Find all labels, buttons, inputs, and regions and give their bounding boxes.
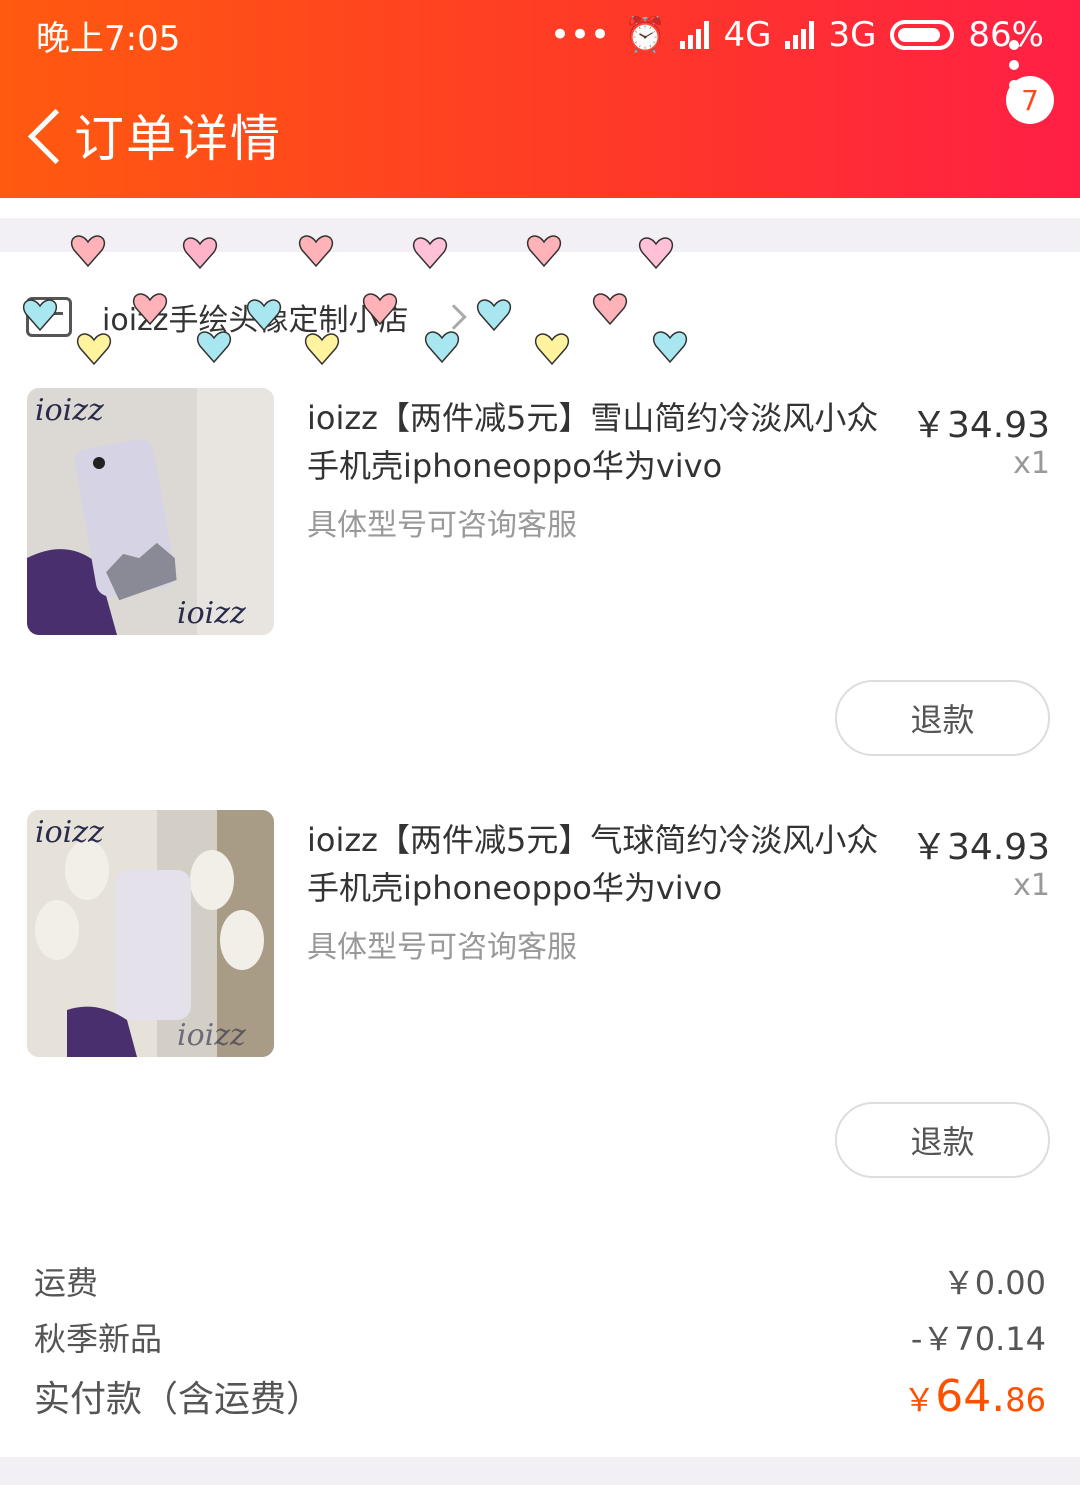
product-spec: 具体型号可咨询客服: [307, 930, 577, 965]
status-bar: 晚上7:05 ••• ⏰ 4G 3G 86%: [0, 0, 1080, 70]
svg-text:ioizz: ioizz: [177, 596, 246, 631]
back-icon[interactable]: [14, 95, 74, 175]
alarm-icon: ⏰: [624, 15, 667, 55]
refund-button[interactable]: 退款: [835, 1102, 1050, 1178]
network-3g-label: 3G: [828, 15, 877, 55]
order-card: ioizz手绘头像定制小店 ioizz ioizz ioizz【两件减5元】雪山…: [0, 252, 1080, 1457]
shop-row[interactable]: ioizz手绘头像定制小店: [26, 292, 467, 342]
svg-text:ioizz: ioizz: [177, 1018, 246, 1053]
promo-row: 秋季新品 -￥70.14: [34, 1314, 1046, 1360]
product-price: ￥34.93: [910, 405, 1050, 446]
order-item[interactable]: ioizz ioizz ioizz【两件减5元】雪山简约冷淡风小众手机壳ipho…: [0, 388, 1080, 688]
total-value: ￥64.86: [903, 1371, 1046, 1422]
top-header: 晚上7:05 ••• ⏰ 4G 3G 86% 订单详情 7: [0, 0, 1080, 198]
promo-label: 秋季新品: [34, 1320, 163, 1358]
status-icons: ••• ⏰ 4G 3G 86%: [550, 15, 1044, 55]
shipping-value: ￥0.00: [942, 1264, 1046, 1302]
total-row: 实付款（含运费） ￥64.86: [34, 1370, 1046, 1422]
page-title: 订单详情: [74, 110, 282, 168]
nav-bar: 订单详情: [0, 80, 1080, 190]
shipping-row: 运费 ￥0.00: [34, 1258, 1046, 1304]
refund-button[interactable]: 退款: [835, 680, 1050, 756]
shipping-label: 运费: [34, 1264, 99, 1302]
shop-name: ioizz手绘头像定制小店: [102, 303, 409, 338]
product-image[interactable]: ioizz ioizz: [27, 388, 274, 635]
network-4g-label: 4G: [723, 15, 772, 55]
battery-icon: [890, 20, 955, 50]
notification-badge: 7: [1006, 76, 1054, 124]
total-label: 实付款（含运费）: [34, 1379, 323, 1420]
svg-text:ioizz: ioizz: [35, 815, 104, 850]
product-title[interactable]: ioizz【两件减5元】气球简约冷淡风小众手机壳iphoneoppo华为vivo: [307, 816, 887, 912]
promo-value: -￥70.14: [910, 1320, 1046, 1358]
product-image[interactable]: ioizz ioizz: [27, 810, 274, 1057]
product-quantity: x1: [1013, 868, 1050, 903]
product-price: ￥34.93: [910, 827, 1050, 868]
signal-icon: [680, 21, 710, 49]
shop-icon: [26, 297, 72, 337]
bottom-divider: [0, 1457, 1080, 1485]
header-divider: [0, 198, 1080, 218]
total-decimal: 86: [1005, 1381, 1046, 1419]
svg-text:ioizz: ioizz: [35, 393, 104, 428]
status-time: 晚上7:05: [36, 18, 181, 59]
more-dots-indicator: •••: [549, 15, 611, 55]
product-quantity: x1: [1013, 446, 1050, 481]
product-title[interactable]: ioizz【两件减5元】雪山简约冷淡风小众手机壳iphoneoppo华为vivo: [307, 394, 887, 490]
total-integer: 64.: [935, 1371, 1006, 1422]
chevron-right-icon: [440, 304, 467, 330]
order-item[interactable]: ioizz ioizz ioizz【两件减5元】气球简约冷淡风小众手机壳ipho…: [0, 810, 1080, 1110]
product-spec: 具体型号可咨询客服: [307, 508, 577, 543]
signal-icon-2: [785, 21, 815, 49]
total-currency: ￥: [903, 1381, 936, 1419]
